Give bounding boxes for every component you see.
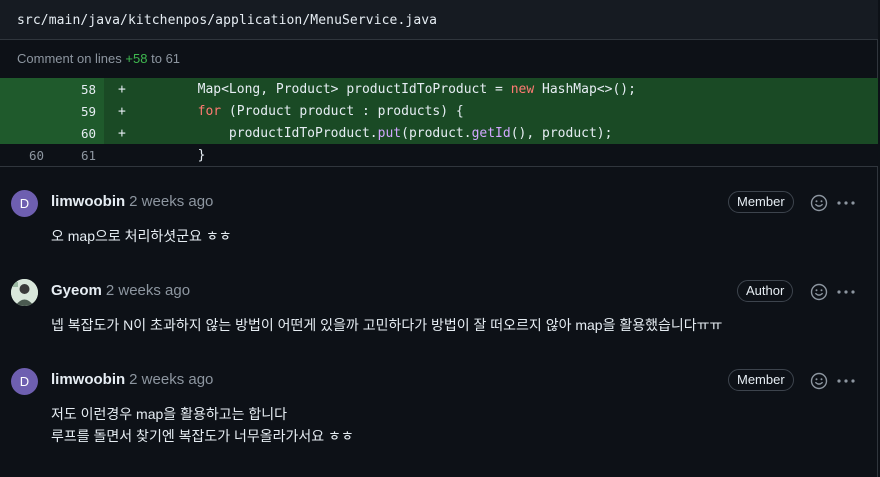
role-badge: Author [737,280,794,302]
new-line-number: 59 [80,104,96,119]
new-line-number: 58 [80,82,96,97]
comment-body: 오 map으로 처리하셧군요 ㅎㅎ [51,225,232,247]
diff-hunk: 58 + Map<Long, Product> productIdToProdu… [0,78,878,166]
review-comment: D limwoobin 2 weeks ago Member 저도 이런경우 ma… [0,366,878,466]
new-line-number: 61 [80,148,96,163]
new-line-number-cell[interactable]: 61 [52,144,104,166]
timestamp-link[interactable]: 2 weeks ago [129,193,213,210]
file-header: src/main/java/kitchenpos/application/Men… [0,0,878,40]
comment-lines-caption: Comment on lines +58 to 61 [17,51,180,66]
diff-line: 60 61 } [0,144,878,166]
author-link[interactable]: Gyeom [51,282,102,299]
diff-sign: + [118,82,126,97]
code-line: Map<Long, Product> productIdToProduct = … [135,82,636,97]
role-badge: Member [728,191,794,213]
smiley-icon[interactable] [810,194,828,212]
diff-line: 58 + Map<Long, Product> productIdToProdu… [0,78,878,100]
review-comment: Gyeom 2 weeks ago Author 넵 복잡도가 N이 초과하지 않… [0,277,878,357]
old-line-number-cell [0,122,52,144]
comment-lines-to: to [151,51,162,66]
comment-body: 저도 이런경우 map을 활용하고는 합니다 루프를 돌면서 찾기엔 복잡도가 … [51,403,354,447]
review-thread-panel: src/main/java/kitchenpos/application/Men… [0,0,878,477]
old-line-number: 60 [28,148,44,163]
timestamp-link[interactable]: 2 weeks ago [129,371,213,388]
divider [0,166,878,167]
comment-header: limwoobin 2 weeks ago [51,371,213,388]
role-badge: Member [728,369,794,391]
author-link[interactable]: limwoobin [51,193,125,210]
smiley-icon[interactable] [810,372,828,390]
new-line-number-cell[interactable]: 60 [52,122,104,144]
code-line: for (Product product : products) { [197,104,464,119]
kebab-horizontal-icon[interactable] [836,194,856,212]
comment-header: limwoobin 2 weeks ago [51,193,213,210]
author-link[interactable]: limwoobin [51,371,125,388]
code-line: productIdToProduct.put(product.getId(), … [135,126,613,141]
avatar[interactable]: D [11,190,38,217]
file-path-link[interactable]: src/main/java/kitchenpos/application/Men… [17,13,437,28]
kebab-horizontal-icon[interactable] [836,372,856,390]
smiley-icon[interactable] [810,283,828,301]
avatar[interactable] [11,279,38,306]
diff-line: 59 + for (Product product : products) { [0,100,878,122]
kebab-horizontal-icon[interactable] [836,283,856,301]
diff-sign: + [118,104,126,119]
comment-lines-end: 61 [165,51,181,66]
code-line: } [135,148,206,163]
old-line-number-cell[interactable]: 60 [0,144,52,166]
comment-body: 넵 복잡도가 N이 초과하지 않는 방법이 어떤게 있을까 고민하다가 방법이 … [51,314,722,336]
old-line-number-cell [0,100,52,122]
comment-text-line: 저도 이런경우 map을 활용하고는 합니다 [51,406,287,422]
comment-lines-prefix: Comment on lines [17,51,122,66]
new-line-number-cell[interactable]: 59 [52,100,104,122]
diff-line: 60 + productIdToProduct.put(product.getI… [0,122,878,144]
old-line-number-cell [0,78,52,100]
comment-header: Gyeom 2 weeks ago [51,282,190,299]
new-line-number: 60 [80,126,96,141]
diff-sign: + [118,126,126,141]
comment-text-line: 오 map으로 처리하셧군요 ㅎㅎ [51,228,232,244]
avatar[interactable]: D [11,368,38,395]
new-line-number-cell[interactable]: 58 [52,78,104,100]
review-comment: D limwoobin 2 weeks ago Member 오 map으로 처리… [0,188,878,268]
comment-text-line: 넵 복잡도가 N이 초과하지 않는 방법이 어떤게 있을까 고민하다가 방법이 … [51,317,723,333]
timestamp-link[interactable]: 2 weeks ago [106,282,190,299]
comment-text-line: 루프를 돌면서 찾기엔 복잡도가 너무올라가서요 ㅎㅎ [51,428,354,444]
comment-lines-start: +58 [125,51,148,66]
